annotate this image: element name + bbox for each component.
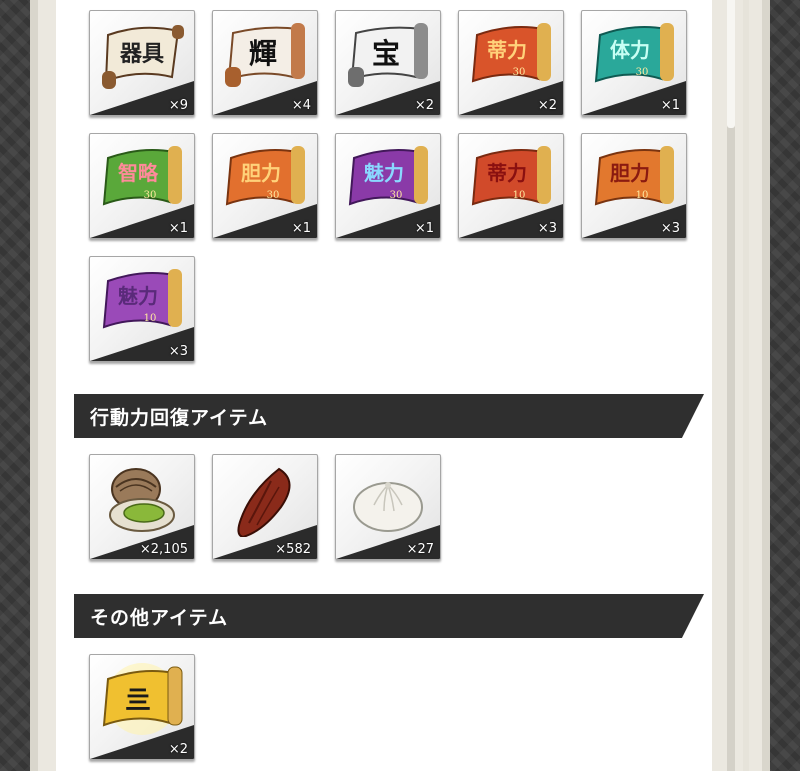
scroll-treasure-icon: 宝 <box>348 23 428 87</box>
scroll-charm-30-icon: 魅力 30 <box>348 146 428 206</box>
scroll-military-30-icon: 蒂力 30 <box>471 23 551 83</box>
item-slot[interactable]: 魅力 10 ×3 <box>89 256 195 362</box>
item-slot[interactable]: ×27 <box>335 454 441 560</box>
scroll-wisdom-30-icon: 智略 30 <box>102 146 182 206</box>
recovery-items-grid: ×2,105 ×582 ×27 <box>89 454 689 560</box>
item-slot[interactable]: 体力 30 ×1 <box>581 10 687 116</box>
section-title: その他アイテム <box>90 607 229 629</box>
svg-text:器具: 器具 <box>119 41 164 67</box>
svg-text:10: 10 <box>513 190 526 201</box>
scroll-courage-30-icon: 胆力 30 <box>225 146 305 206</box>
item-slot[interactable]: 蒂力 30 ×2 <box>458 10 564 116</box>
section-title: 行動力回復アイテム <box>90 407 269 429</box>
item-count: ×582 <box>275 542 311 557</box>
svg-text:蒂力: 蒂力 <box>487 38 527 62</box>
item-count: ×4 <box>291 98 311 113</box>
item-count: ×1 <box>291 221 311 236</box>
item-slot[interactable]: 魅力 30 ×1 <box>335 133 441 239</box>
svg-text:智略: 智略 <box>118 161 159 185</box>
svg-text:30: 30 <box>144 190 157 201</box>
item-slot[interactable]: ×2,105 <box>89 454 195 560</box>
scroll-stamina-30-icon: 体力 30 <box>594 23 674 83</box>
golden-scroll-icon: 亖 <box>102 663 183 735</box>
item-slot[interactable]: 智略 30 ×1 <box>89 133 195 239</box>
scroll-equipment-icon: 器具 <box>102 25 184 89</box>
item-count: ×9 <box>168 98 188 113</box>
item-count: ×2 <box>537 98 557 113</box>
item-count: ×3 <box>537 221 557 236</box>
item-slot[interactable]: 蒂力 10 ×3 <box>458 133 564 239</box>
item-slot[interactable]: 器具 ×9 <box>89 10 195 116</box>
item-count: ×1 <box>660 98 680 113</box>
svg-text:魅力: 魅力 <box>364 161 404 185</box>
other-items-grid: 亖 ×2 <box>89 654 689 760</box>
scroll-courage-10-icon: 胆力 10 <box>594 146 674 206</box>
item-slot[interactable]: 輝 ×4 <box>212 10 318 116</box>
scroll-shine-icon: 輝 <box>225 23 305 87</box>
section-header-action-recovery: 行動力回復アイテム <box>74 394 704 438</box>
svg-text:10: 10 <box>144 313 157 324</box>
scrollbar-thumb[interactable] <box>727 0 735 128</box>
svg-text:胆力: 胆力 <box>610 161 650 185</box>
svg-text:30: 30 <box>267 190 280 201</box>
item-count: ×3 <box>660 221 680 236</box>
svg-text:蒂力: 蒂力 <box>487 161 527 185</box>
steamed-bun-icon <box>353 482 423 532</box>
svg-text:30: 30 <box>636 67 649 78</box>
frame-rail <box>743 0 749 771</box>
svg-text:体力: 体力 <box>610 38 650 62</box>
svg-text:宝: 宝 <box>372 37 400 70</box>
item-count: ×3 <box>168 344 188 359</box>
dried-date-icon <box>237 467 291 537</box>
svg-text:30: 30 <box>513 67 526 78</box>
svg-text:亖: 亖 <box>125 686 151 716</box>
item-slot[interactable]: 宝 ×2 <box>335 10 441 116</box>
item-count: ×1 <box>414 221 434 236</box>
section-header-other: その他アイテム <box>74 594 704 638</box>
item-slot[interactable]: 胆力 30 ×1 <box>212 133 318 239</box>
item-slot[interactable]: ×582 <box>212 454 318 560</box>
item-count: ×2 <box>168 742 188 757</box>
scrollbar[interactable] <box>727 0 735 771</box>
svg-text:魅力: 魅力 <box>118 284 158 308</box>
item-slot[interactable]: 胆力 10 ×3 <box>581 133 687 239</box>
scroll-military-10-icon: 蒂力 10 <box>471 146 551 206</box>
svg-text:胆力: 胆力 <box>241 161 281 185</box>
item-count: ×2 <box>414 98 434 113</box>
svg-text:30: 30 <box>390 190 403 201</box>
svg-text:10: 10 <box>636 190 649 201</box>
inventory-panel: 器具 ×9 輝 ×4 宝 ×2 蒂力 30 ×2 体力 30 ×1 智略 30 … <box>56 0 712 771</box>
svg-text:輝: 輝 <box>249 37 277 70</box>
scroll-charm-10-icon: 魅力 10 <box>102 269 182 329</box>
item-count: ×2,105 <box>139 542 188 557</box>
item-count: ×1 <box>168 221 188 236</box>
item-slot[interactable]: 亖 ×2 <box>89 654 195 760</box>
item-count: ×27 <box>406 542 434 557</box>
scroll-items-grid: 器具 ×9 輝 ×4 宝 ×2 蒂力 30 ×2 体力 30 ×1 智略 30 … <box>89 10 689 362</box>
clam-shell-icon <box>109 468 175 532</box>
